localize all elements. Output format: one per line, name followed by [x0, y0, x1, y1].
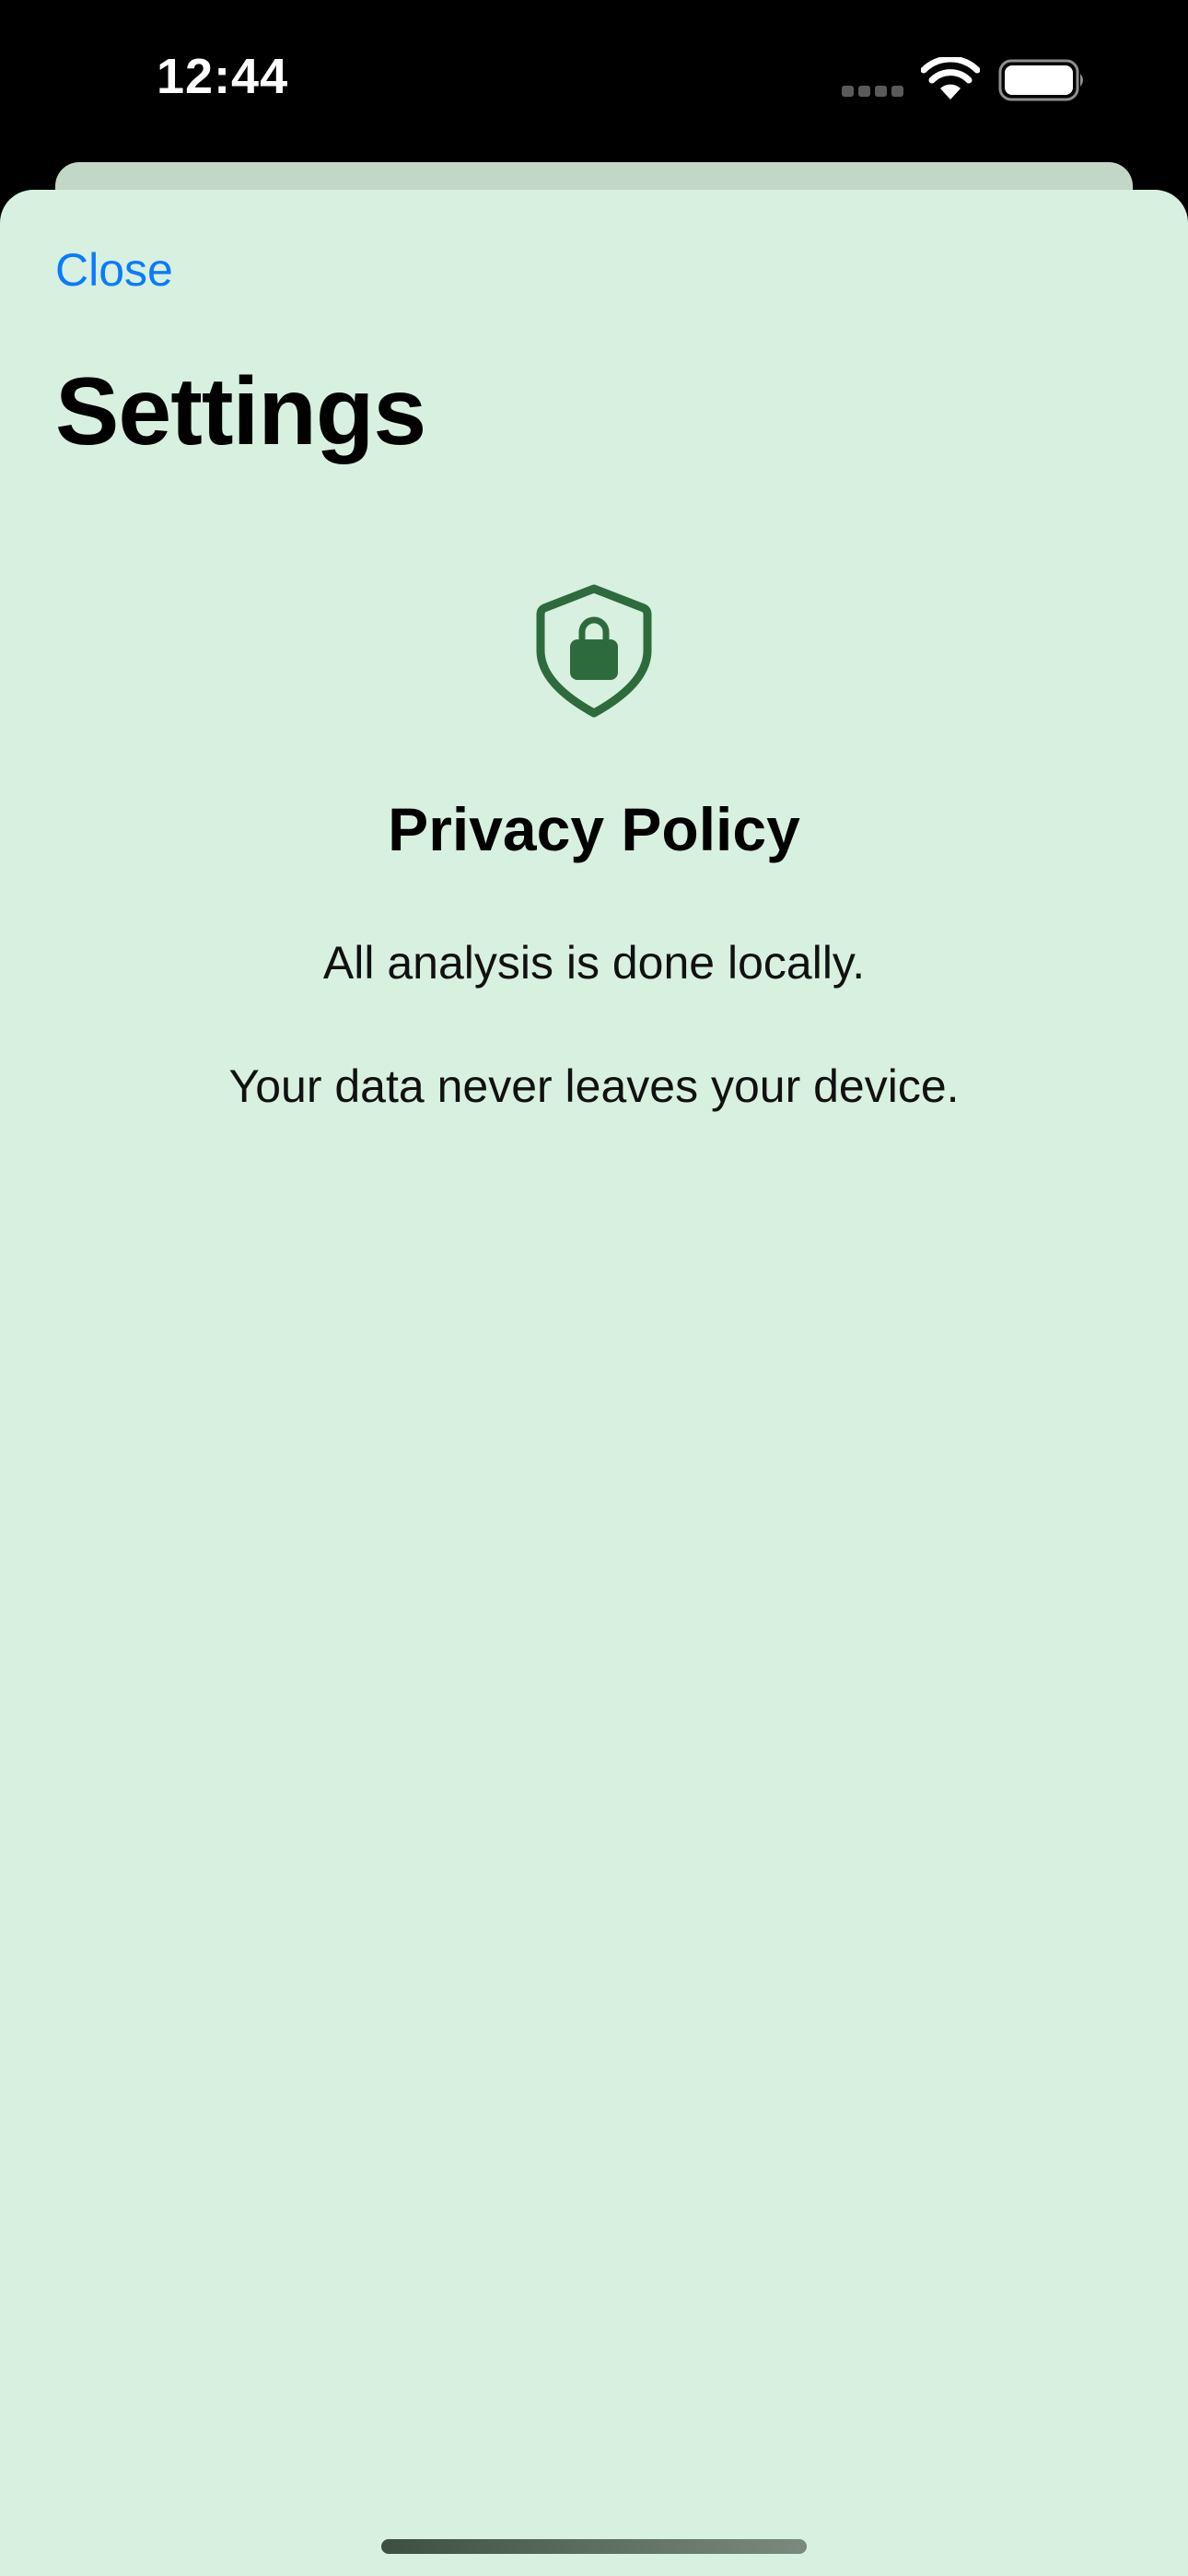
privacy-text-local-analysis: All analysis is done locally. [322, 937, 866, 989]
status-bar: 12:44 [0, 0, 1188, 164]
privacy-policy-title: Privacy Policy [388, 795, 800, 863]
battery-icon [998, 59, 1083, 101]
cellular-signal-icon [842, 86, 904, 97]
status-time: 12:44 [157, 49, 289, 104]
home-indicator[interactable] [381, 2539, 807, 2554]
privacy-text-data-stays-on-device: Your data never leaves your device. [228, 1060, 960, 1112]
shield-lock-icon [536, 584, 652, 718]
settings-sheet: Close Settings Privacy Policy All analys… [0, 190, 1188, 2576]
wifi-icon [921, 57, 980, 100]
page-title: Settings [55, 358, 426, 465]
close-button[interactable]: Close [55, 243, 173, 297]
